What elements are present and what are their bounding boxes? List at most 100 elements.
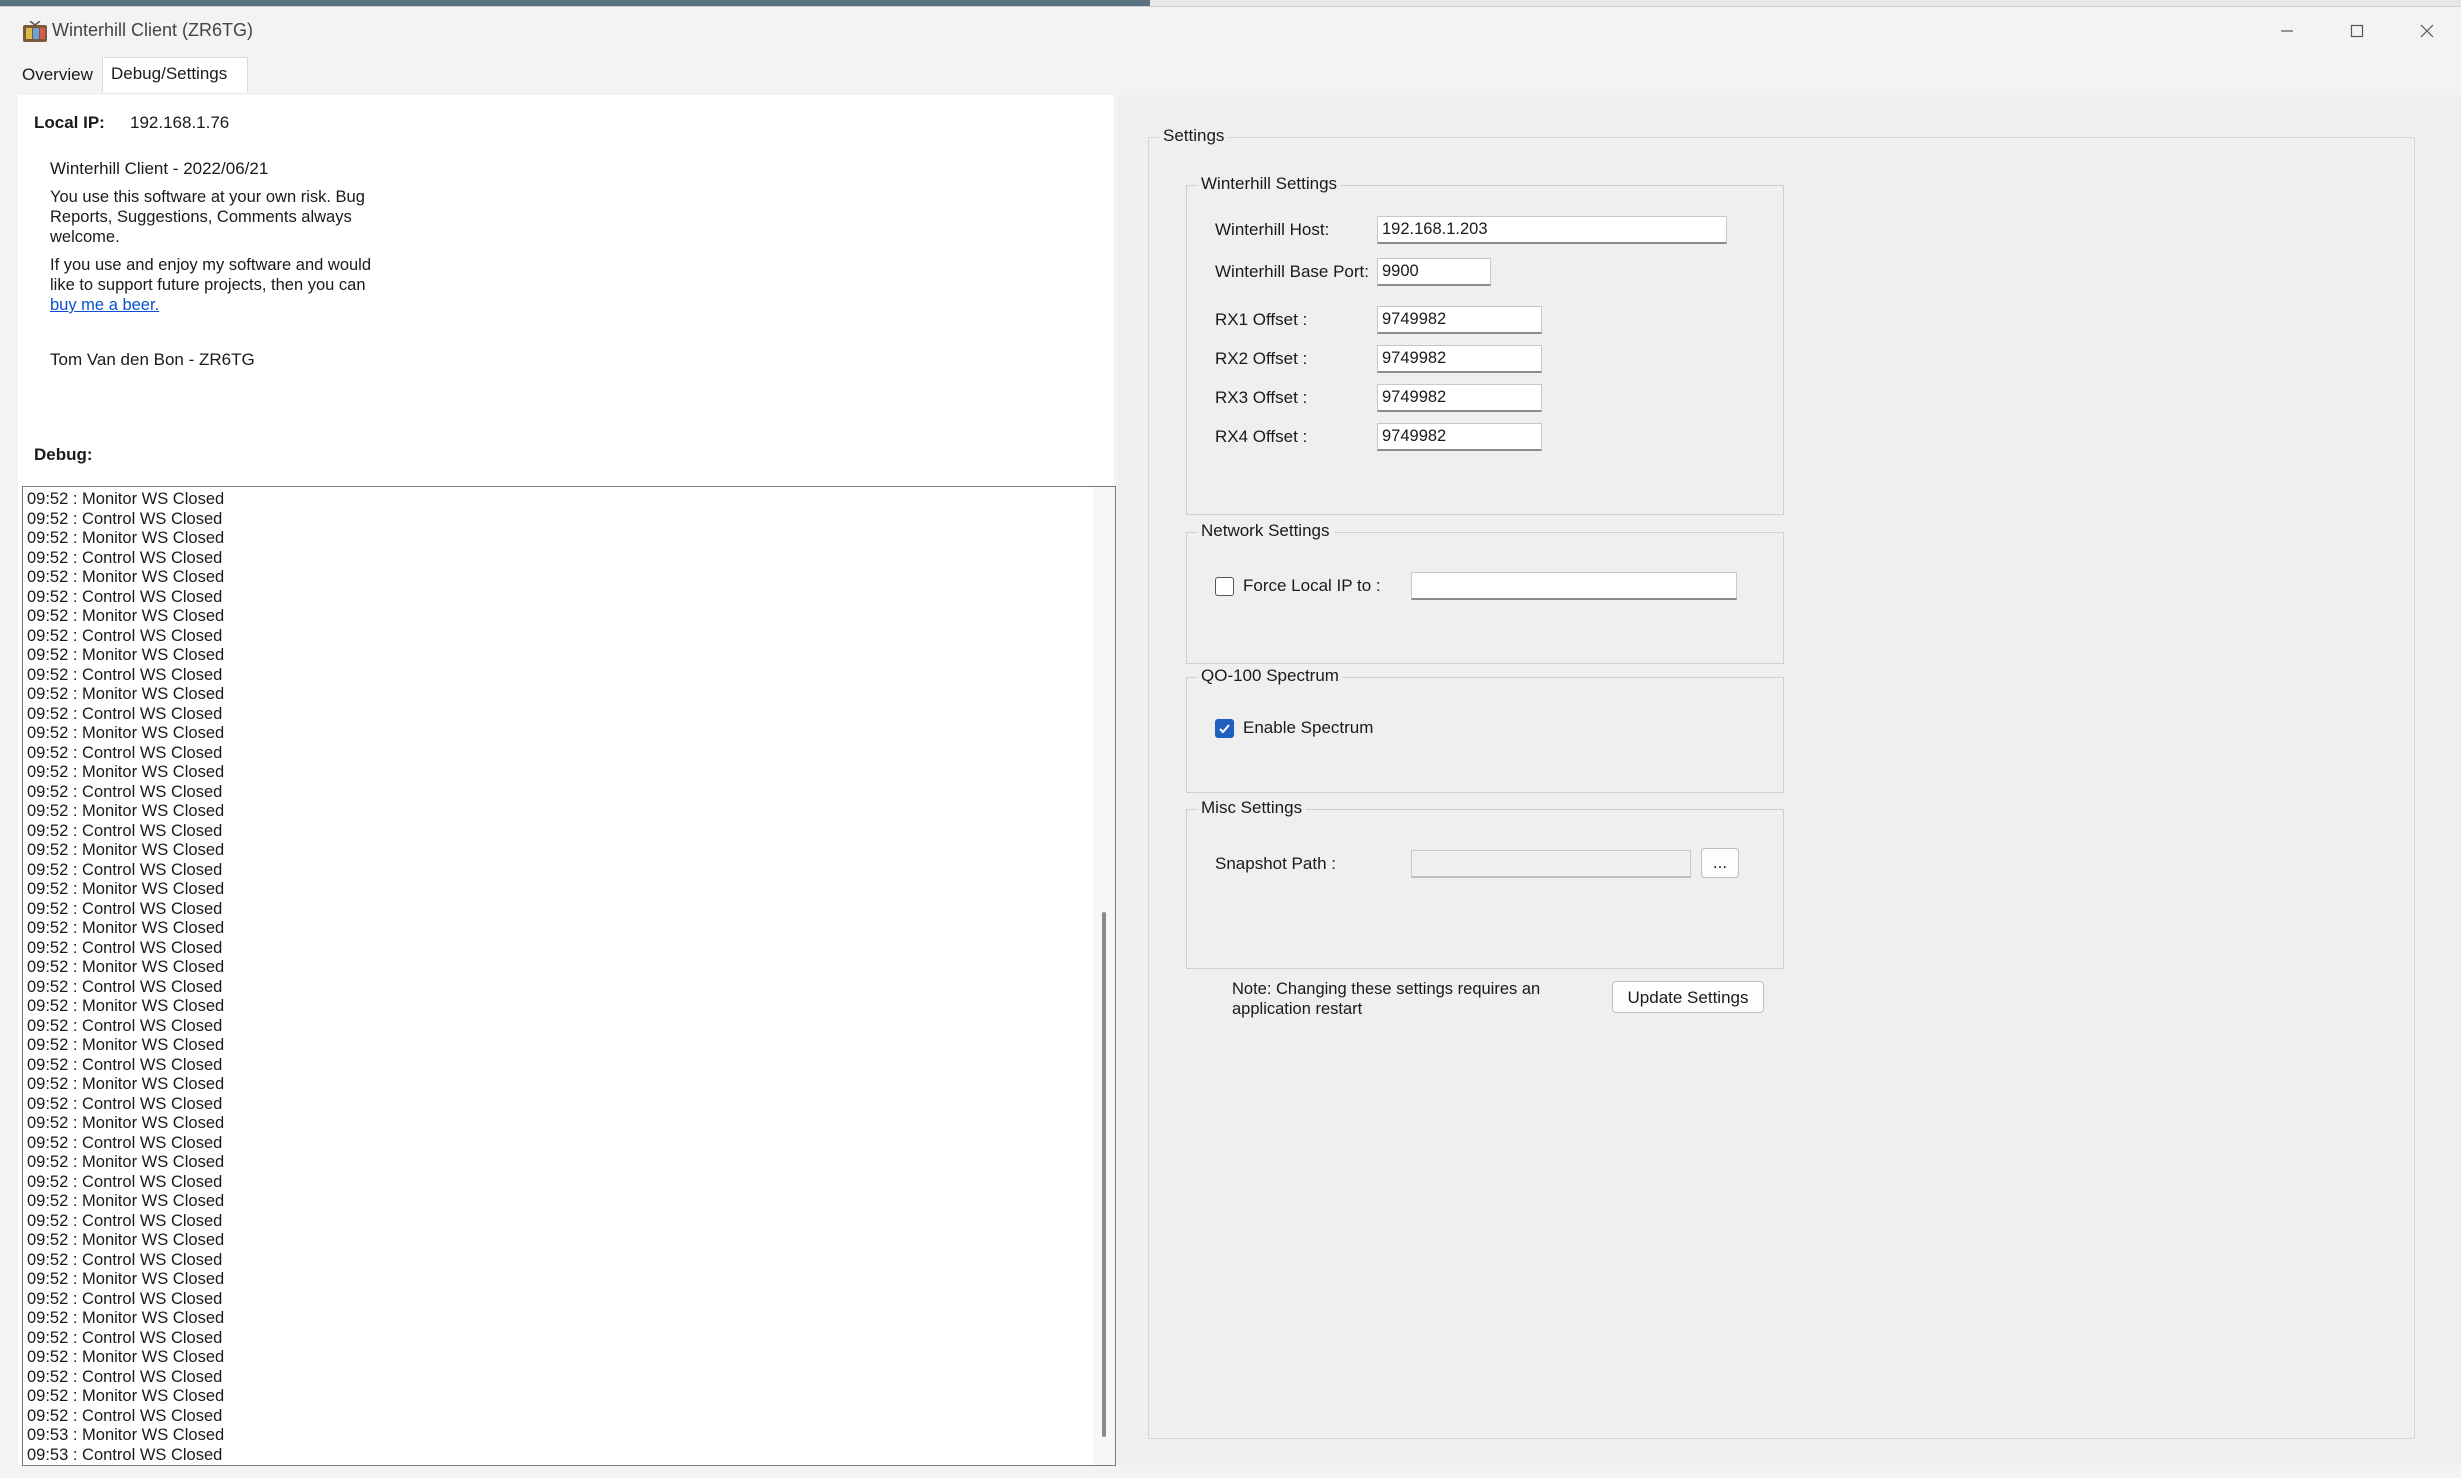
- debug-log-entry[interactable]: 09:52 : Monitor WS Closed: [27, 646, 224, 666]
- debug-log-entry[interactable]: 09:53 : Control WS Closed: [27, 1446, 224, 1466]
- maximize-icon: [2350, 24, 2364, 38]
- debug-log-entry[interactable]: 09:52 : Control WS Closed: [27, 978, 224, 998]
- debug-log-entry[interactable]: 09:52 : Monitor WS Closed: [27, 1348, 224, 1368]
- app-icon: [22, 20, 48, 43]
- debug-log-entry[interactable]: 09:52 : Control WS Closed: [27, 510, 224, 530]
- title-bar[interactable]: Winterhill Client (ZR6TG): [0, 7, 2461, 55]
- debug-log-entry[interactable]: 09:52 : Control WS Closed: [27, 1290, 224, 1310]
- debug-log-entry[interactable]: 09:52 : Monitor WS Closed: [27, 1036, 224, 1056]
- winterhill-port-label: Winterhill Base Port:: [1215, 262, 1369, 281]
- force-local-ip-input[interactable]: [1411, 572, 1737, 600]
- debug-log-entry[interactable]: 09:52 : Monitor WS Closed: [27, 802, 224, 822]
- settings-group-title: Settings: [1159, 126, 1229, 146]
- local-ip-label: Local IP:: [34, 113, 105, 132]
- debug-log-entry[interactable]: 09:52 : Monitor WS Closed: [27, 880, 224, 900]
- debug-log-entry[interactable]: 09:52 : Control WS Closed: [27, 1056, 224, 1076]
- debug-log-entry[interactable]: 09:52 : Control WS Closed: [27, 783, 224, 803]
- rx4-offset-input[interactable]: [1377, 423, 1542, 451]
- debug-log-items: 09:52 : Monitor WS Closed 09:52 : Control…: [27, 490, 224, 1465]
- close-icon: [2420, 24, 2434, 38]
- debug-log-entry[interactable]: 09:52 : Control WS Closed: [27, 666, 224, 686]
- debug-log-entry[interactable]: 09:52 : Control WS Closed: [27, 1134, 224, 1154]
- browse-snapshot-button[interactable]: ...: [1701, 848, 1739, 878]
- debug-log-entry[interactable]: 09:53 : Monitor WS Closed: [27, 1426, 224, 1446]
- debug-log-entry[interactable]: 09:52 : Monitor WS Closed: [27, 763, 224, 783]
- misc-settings-title: Misc Settings: [1197, 798, 1307, 818]
- rx3-offset-label: RX3 Offset :: [1215, 388, 1308, 407]
- debug-log-entry[interactable]: 09:52 : Control WS Closed: [27, 1407, 224, 1427]
- debug-log-entry[interactable]: 09:52 : Control WS Closed: [27, 822, 224, 842]
- debug-log-entry[interactable]: 09:52 : Monitor WS Closed: [27, 529, 224, 549]
- qo100-spectrum-group: QO-100 Spectrum Enable Spectrum: [1186, 666, 1784, 793]
- debug-log-entry[interactable]: 09:52 : Monitor WS Closed: [27, 490, 224, 510]
- window-title: Winterhill Client (ZR6TG): [52, 20, 254, 40]
- rx1-offset-input[interactable]: [1377, 306, 1542, 334]
- force-local-ip-checkbox[interactable]: [1215, 577, 1234, 596]
- local-ip-value: 192.168.1.76: [130, 113, 230, 132]
- app-window: Winterhill Client (ZR6TG) Overview Debug…: [0, 6, 2461, 1478]
- debug-log-entry[interactable]: 09:52 : Control WS Closed: [27, 900, 224, 920]
- debug-log-entry[interactable]: 09:52 : Control WS Closed: [27, 588, 224, 608]
- debug-log-entry[interactable]: 09:52 : Monitor WS Closed: [27, 1153, 224, 1173]
- minimize-button[interactable]: [2252, 11, 2322, 51]
- maximize-button[interactable]: [2322, 11, 2392, 51]
- winterhill-settings-title: Winterhill Settings: [1197, 174, 1342, 194]
- debug-log-entry[interactable]: 09:52 : Monitor WS Closed: [27, 1387, 224, 1407]
- winterhill-port-input[interactable]: [1377, 258, 1491, 286]
- debug-log-entry[interactable]: 09:52 : Control WS Closed: [27, 1173, 224, 1193]
- version-text: Winterhill Client - 2022/06/21: [50, 159, 269, 178]
- debug-log-entry[interactable]: 09:52 : Monitor WS Closed: [27, 919, 224, 939]
- debug-log-entry[interactable]: 09:52 : Monitor WS Closed: [27, 1270, 224, 1290]
- debug-log-entry[interactable]: 09:52 : Monitor WS Closed: [27, 1309, 224, 1329]
- snapshot-path-input[interactable]: [1411, 850, 1691, 878]
- debug-scrollbar-thumb[interactable]: [1102, 912, 1106, 1437]
- debug-log-entry[interactable]: 09:52 : Control WS Closed: [27, 861, 224, 881]
- enable-spectrum-label: Enable Spectrum: [1243, 718, 1374, 737]
- debug-log-entry[interactable]: 09:52 : Control WS Closed: [27, 705, 224, 725]
- minimize-icon: [2281, 30, 2293, 32]
- debug-log-entry[interactable]: 09:52 : Monitor WS Closed: [27, 724, 224, 744]
- debug-log-entry[interactable]: 09:52 : Monitor WS Closed: [27, 841, 224, 861]
- debug-log-entry[interactable]: 09:52 : Monitor WS Closed: [27, 997, 224, 1017]
- debug-log-entry[interactable]: 09:52 : Control WS Closed: [27, 549, 224, 569]
- debug-log-entry[interactable]: 09:52 : Control WS Closed: [27, 1251, 224, 1271]
- rx4-offset-label: RX4 Offset :: [1215, 427, 1308, 446]
- settings-panel: Settings Winterhill Settings Winterhill …: [1118, 95, 2461, 1465]
- debug-log-entry[interactable]: 09:52 : Monitor WS Closed: [27, 1231, 224, 1251]
- debug-log-entry[interactable]: 09:52 : Monitor WS Closed: [27, 1075, 224, 1095]
- debug-log-entry[interactable]: 09:52 : Monitor WS Closed: [27, 1114, 224, 1134]
- qo100-spectrum-title: QO-100 Spectrum: [1197, 666, 1343, 686]
- debug-log-entry[interactable]: 09:52 : Control WS Closed: [27, 627, 224, 647]
- debug-log-entry[interactable]: 09:52 : Monitor WS Closed: [27, 607, 224, 627]
- checkmark-icon: [1219, 724, 1230, 734]
- tab-debug-settings[interactable]: Debug/Settings: [102, 57, 248, 92]
- debug-log-entry[interactable]: 09:52 : Control WS Closed: [27, 1329, 224, 1349]
- winterhill-settings-group: Winterhill Settings Winterhill Host: Win…: [1186, 174, 1784, 515]
- debug-log-entry[interactable]: 09:52 : Control WS Closed: [27, 939, 224, 959]
- support-text: If you use and enjoy my software and wou…: [50, 256, 372, 294]
- debug-log-list[interactable]: 09:52 : Monitor WS Closed 09:52 : Control…: [22, 486, 1116, 1466]
- snapshot-path-label: Snapshot Path :: [1215, 854, 1336, 873]
- restart-note: Note: Changing these settings requires a…: [1232, 980, 1541, 1018]
- network-settings-group: Network Settings Force Local IP to :: [1186, 521, 1784, 664]
- debug-log-entry[interactable]: 09:52 : Control WS Closed: [27, 744, 224, 764]
- debug-log-entry[interactable]: 09:52 : Monitor WS Closed: [27, 958, 224, 978]
- rx2-offset-input[interactable]: [1377, 345, 1542, 373]
- debug-scrollbar[interactable]: [1093, 487, 1115, 1465]
- debug-log-entry[interactable]: 09:52 : Control WS Closed: [27, 1017, 224, 1037]
- enable-spectrum-checkbox[interactable]: [1215, 719, 1234, 738]
- debug-log-entry[interactable]: 09:52 : Monitor WS Closed: [27, 685, 224, 705]
- update-settings-button[interactable]: Update Settings: [1612, 981, 1764, 1013]
- close-button[interactable]: [2392, 11, 2461, 51]
- winterhill-host-input[interactable]: [1377, 216, 1727, 244]
- author-text: Tom Van den Bon - ZR6TG: [50, 350, 255, 369]
- misc-settings-group: Misc Settings Snapshot Path : ...: [1186, 798, 1784, 969]
- rx3-offset-input[interactable]: [1377, 384, 1542, 412]
- debug-log-entry[interactable]: 09:52 : Control WS Closed: [27, 1368, 224, 1388]
- buy-me-a-beer-link[interactable]: buy me a beer.: [50, 296, 159, 314]
- debug-label: Debug:: [34, 445, 93, 464]
- debug-log-entry[interactable]: 09:52 : Monitor WS Closed: [27, 568, 224, 588]
- debug-log-entry[interactable]: 09:52 : Control WS Closed: [27, 1095, 224, 1115]
- debug-log-entry[interactable]: 09:52 : Monitor WS Closed: [27, 1192, 224, 1212]
- debug-log-entry[interactable]: 09:52 : Control WS Closed: [27, 1212, 224, 1232]
